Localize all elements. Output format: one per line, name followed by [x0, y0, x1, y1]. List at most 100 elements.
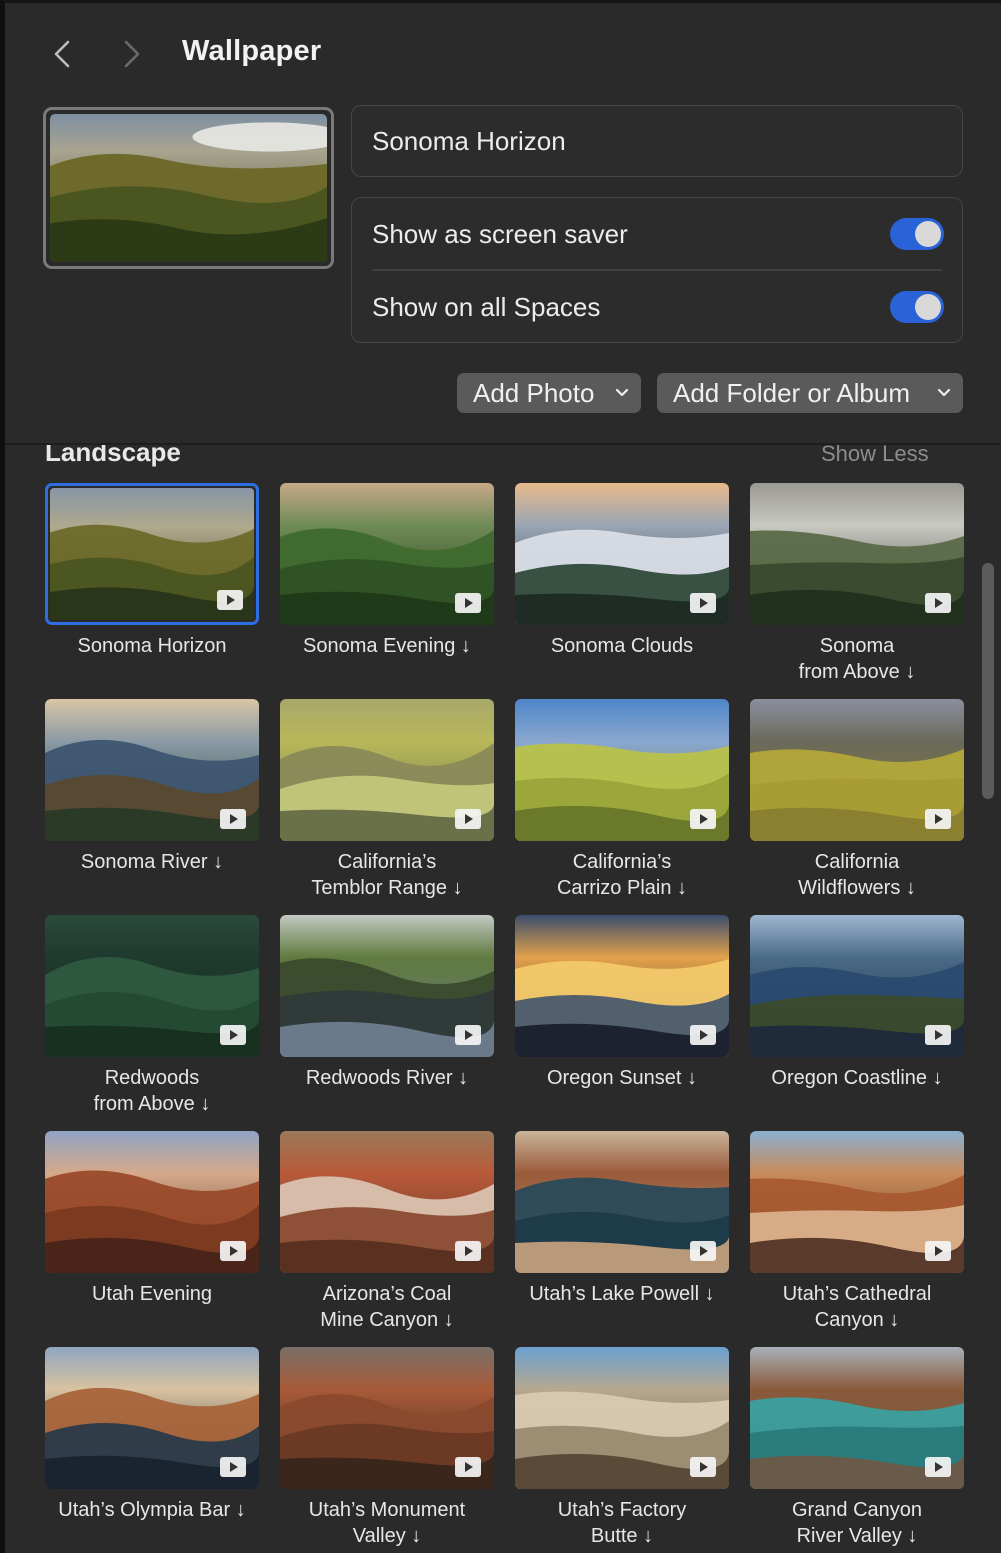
play-badge-icon	[455, 1457, 481, 1477]
toggle-knob	[915, 294, 941, 320]
wallpaper-title-line1: Utah’s Monument	[308, 1499, 466, 1521]
thumbnail-frame	[750, 1131, 964, 1273]
thumbnail-frame	[280, 1131, 494, 1273]
all-spaces-toggle[interactable]	[890, 291, 944, 323]
thumbnail-frame	[45, 1347, 259, 1489]
chevron-down-icon	[937, 388, 951, 397]
wallpaper-title-line1: Sonoma	[819, 635, 895, 657]
section-title: Landscape	[45, 445, 181, 467]
wallpaper-title-line2: Butte ↓	[590, 1525, 654, 1547]
add-folder-label: Add Folder or Album	[673, 377, 911, 408]
play-badge-icon	[925, 809, 951, 829]
thumbnail-frame	[280, 915, 494, 1057]
thumbnail-frame	[280, 1347, 494, 1489]
wallpaper-title-line1: Sonoma River ↓	[80, 851, 224, 873]
wallpaper-title-line1: Redwoods	[104, 1067, 200, 1089]
wallpaper-title-line2: Temblor Range ↓	[311, 877, 463, 899]
add-folder-button[interactable]: Add Folder or Album	[657, 373, 963, 413]
page-title: Wallpaper	[182, 35, 322, 67]
wallpaper-title: Utah’s Olympia Bar ↓	[33, 1497, 271, 1523]
toolbar: Wallpaper	[5, 3, 1001, 98]
wallpaper-title-line1: Redwoods River ↓	[305, 1067, 469, 1089]
wallpaper-name: Sonoma Horizon	[372, 125, 566, 156]
play-badge-icon	[690, 593, 716, 613]
thumbnail-frame	[515, 699, 729, 841]
thumbnail-frame	[750, 1347, 964, 1489]
thumbnail-frame	[750, 699, 964, 841]
screen-saver-toggle[interactable]	[890, 218, 944, 250]
wallpaper-title: California’s Temblor Range ↓	[268, 849, 506, 901]
chevron-down-icon	[615, 388, 629, 397]
wallpaper-title: Sonoma Evening ↓	[268, 633, 506, 659]
wallpaper-title-line1: Utah Evening	[91, 1283, 213, 1305]
all-spaces-row: Show on all Spaces	[352, 271, 962, 343]
wallpaper-title-line1: Sonoma Horizon	[77, 635, 227, 657]
play-badge-icon	[220, 809, 246, 829]
wallpaper-title-line1: California	[814, 851, 900, 873]
wallpaper-title-line1: Oregon Sunset ↓	[546, 1067, 698, 1089]
preview-image	[50, 114, 327, 262]
add-photo-button[interactable]: Add Photo	[457, 373, 641, 413]
wallpaper-title-line1: California’s	[337, 851, 437, 873]
play-badge-icon	[690, 1457, 716, 1477]
options-panel: Show as screen saver Show on all Spaces	[351, 197, 963, 343]
wallpaper-title: Redwoods from Above ↓	[33, 1065, 271, 1117]
wallpaper-title-line1: Utah’s Olympia Bar ↓	[58, 1499, 246, 1521]
screen-saver-label: Show as screen saver	[372, 218, 628, 249]
wallpaper-gallery[interactable]: Landscape Show Less Sonoma Horizon Sonom…	[5, 445, 1001, 1553]
chevron-right-icon	[124, 40, 140, 68]
thumbnail-frame	[515, 1131, 729, 1273]
wallpaper-title-line1: Sonoma Evening ↓	[303, 635, 471, 657]
back-button[interactable]	[47, 36, 77, 72]
play-badge-icon	[690, 1025, 716, 1045]
wallpaper-title: Arizona’s Coal Mine Canyon ↓	[268, 1281, 506, 1333]
wallpaper-title: Sonoma from Above ↓	[738, 633, 976, 685]
scrollbar[interactable]	[982, 563, 994, 799]
play-badge-icon	[455, 1025, 481, 1045]
thumbnail-frame	[515, 1347, 729, 1489]
play-badge-icon	[925, 1457, 951, 1477]
thumbnail-frame	[515, 915, 729, 1057]
wallpaper-title-line1: Grand Canyon	[791, 1499, 923, 1521]
show-less-button[interactable]: Show Less	[821, 445, 929, 467]
wallpaper-title: Utah’s Cathedral Canyon ↓	[738, 1281, 976, 1333]
wallpaper-title-line2: Valley ↓	[352, 1525, 422, 1547]
thumbnail-frame	[45, 915, 259, 1057]
current-wallpaper-preview	[43, 107, 334, 269]
wallpaper-title-line1: Utah’s Factory	[557, 1499, 687, 1521]
settings-window: Wallpaper Sonoma Horizon Show as screen …	[0, 0, 1001, 1553]
wallpaper-title-line2: Canyon ↓	[814, 1309, 900, 1331]
play-badge-icon	[220, 1025, 246, 1045]
wallpaper-title: Oregon Coastline ↓	[738, 1065, 976, 1091]
play-badge-icon	[455, 809, 481, 829]
screen-saver-row: Show as screen saver	[352, 198, 962, 270]
thumbnail-frame	[280, 699, 494, 841]
wallpaper-title: Sonoma River ↓	[33, 849, 271, 875]
wallpaper-title-line1: Sonoma Clouds	[550, 635, 694, 657]
toggle-knob	[915, 221, 941, 247]
all-spaces-label: Show on all Spaces	[372, 291, 601, 322]
play-badge-icon	[690, 1241, 716, 1261]
wallpaper-title-line1: Arizona’s Coal	[322, 1283, 452, 1305]
play-badge-icon	[690, 809, 716, 829]
forward-button[interactable]	[117, 36, 147, 72]
wallpaper-title-line1: Utah’s Lake Powell ↓	[529, 1283, 715, 1305]
thumbnail-frame	[45, 699, 259, 841]
wallpaper-title-line2: Mine Canyon ↓	[320, 1309, 454, 1331]
wallpaper-title: Utah’s Lake Powell ↓	[503, 1281, 741, 1307]
wallpaper-title-line1: Utah’s Cathedral	[782, 1283, 932, 1305]
thumbnail-frame	[750, 915, 964, 1057]
wallpaper-title-line2: from Above ↓	[798, 661, 916, 683]
wallpaper-title: Utah’s Factory Butte ↓	[503, 1497, 741, 1549]
play-badge-icon	[455, 1241, 481, 1261]
wallpaper-title-line2: from Above ↓	[93, 1093, 211, 1115]
thumbnail-frame	[45, 483, 259, 625]
wallpaper-title: California’s Carrizo Plain ↓	[503, 849, 741, 901]
wallpaper-title: California Wildflowers ↓	[738, 849, 976, 901]
play-badge-icon	[925, 1025, 951, 1045]
thumbnail-frame	[45, 1131, 259, 1273]
wallpaper-title-line1: California’s	[572, 851, 672, 873]
wallpaper-name-field: Sonoma Horizon	[351, 105, 963, 177]
wallpaper-title: Redwoods River ↓	[268, 1065, 506, 1091]
wallpaper-title: Sonoma Clouds	[503, 633, 741, 659]
